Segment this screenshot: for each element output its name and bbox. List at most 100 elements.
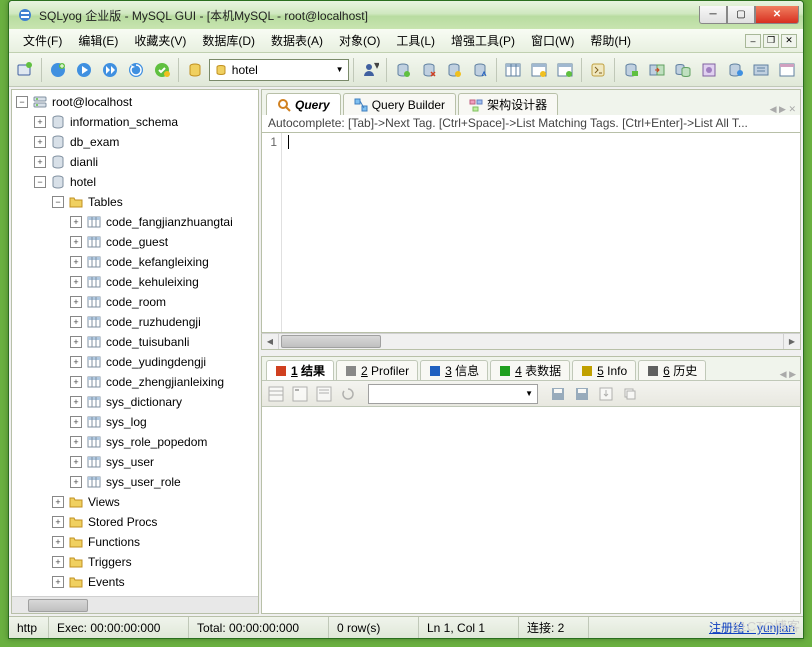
tree-db-information_schema[interactable]: +information_schema (12, 112, 258, 132)
tree-folder-tables[interactable]: −Tables (12, 192, 258, 212)
menu-database[interactable]: 数据库(D) (194, 30, 263, 51)
expander-icon[interactable]: + (52, 536, 64, 548)
tree-table-code_tuisubanli[interactable]: +code_tuisubanli (12, 332, 258, 352)
expander-icon[interactable]: + (70, 276, 82, 288)
new-connection-button[interactable] (13, 58, 37, 82)
power-tool4-button[interactable] (671, 58, 695, 82)
tree-table-sys_user[interactable]: +sys_user (12, 452, 258, 472)
expander-icon[interactable]: + (70, 216, 82, 228)
tree-db-dianli[interactable]: +dianli (12, 152, 258, 172)
tool-db2-button[interactable] (417, 58, 441, 82)
tool-db4-button[interactable] (468, 58, 492, 82)
tree-folder-functions[interactable]: +Functions (12, 532, 258, 552)
expander-icon[interactable]: + (70, 376, 82, 388)
tab-query-builder[interactable]: Query Builder (343, 93, 456, 115)
mdi-restore-button[interactable]: ❐ (763, 34, 779, 48)
expander-icon[interactable]: + (34, 116, 46, 128)
tab-query[interactable]: Query (266, 93, 341, 115)
result-grid-icon[interactable] (266, 384, 286, 404)
result-text-icon[interactable] (314, 384, 334, 404)
tree-table-code_yudingdengji[interactable]: +code_yudingdengji (12, 352, 258, 372)
result-export-icon[interactable] (596, 384, 616, 404)
table-tool1-button[interactable] (501, 58, 525, 82)
menu-favorites[interactable]: 收藏夹(V) (126, 30, 194, 51)
expander-icon[interactable]: + (34, 156, 46, 168)
tab-架构设计器[interactable]: 架构设计器 (458, 93, 558, 115)
expander-icon[interactable]: + (70, 456, 82, 468)
tree-folder-stored-procs[interactable]: +Stored Procs (12, 512, 258, 532)
expander-icon[interactable]: − (52, 196, 64, 208)
expander-icon[interactable]: + (70, 296, 82, 308)
tree-table-code_ruzhudengji[interactable]: +code_ruzhudengji (12, 312, 258, 332)
expander-icon[interactable]: + (52, 576, 64, 588)
menu-object[interactable]: 对象(O) (331, 30, 388, 51)
result-tab-Info[interactable]: 5 Info (572, 360, 636, 380)
expander-icon[interactable]: + (70, 396, 82, 408)
close-button[interactable]: ✕ (755, 6, 799, 24)
menu-tools[interactable]: 工具(L) (388, 30, 443, 51)
query-editor[interactable]: 1 (261, 133, 801, 333)
expander-icon[interactable]: + (70, 336, 82, 348)
result-save-icon[interactable] (548, 384, 568, 404)
menu-powertools[interactable]: 增强工具(P) (443, 30, 523, 51)
execute-query-button[interactable] (72, 58, 96, 82)
result-form-icon[interactable] (290, 384, 310, 404)
tree-table-sys_role_popedom[interactable]: +sys_role_popedom (12, 432, 258, 452)
tree-table-code_zhengjianleixing[interactable]: +code_zhengjianleixing (12, 372, 258, 392)
editor-hscrollbar[interactable]: ◀▶ (261, 333, 801, 350)
tree[interactable]: −root@localhost+information_schema+db_ex… (12, 90, 258, 596)
tree-folder-views[interactable]: +Views (12, 492, 258, 512)
result-tab-Profiler[interactable]: 2 Profiler (336, 360, 418, 380)
menu-help[interactable]: 帮助(H) (582, 30, 639, 51)
table-tool2-button[interactable] (527, 58, 551, 82)
result-save2-icon[interactable] (572, 384, 592, 404)
tree-table-code_room[interactable]: +code_room (12, 292, 258, 312)
expander-icon[interactable]: + (70, 416, 82, 428)
power-tool3-button[interactable] (645, 58, 669, 82)
refresh-button[interactable] (124, 58, 148, 82)
tree-folder-triggers[interactable]: +Triggers (12, 552, 258, 572)
new-query-button[interactable] (46, 58, 70, 82)
tool-db1-button[interactable] (391, 58, 415, 82)
menu-table[interactable]: 数据表(A) (263, 30, 331, 51)
maximize-button[interactable]: ▢ (727, 6, 755, 24)
expander-icon[interactable]: − (16, 96, 28, 108)
power-tool6-button[interactable] (723, 58, 747, 82)
power-tool5-button[interactable] (697, 58, 721, 82)
expander-icon[interactable]: + (52, 496, 64, 508)
expander-icon[interactable]: + (70, 476, 82, 488)
tree-folder-events[interactable]: +Events (12, 572, 258, 592)
user-manager-button[interactable]: ▾ (358, 58, 382, 82)
expander-icon[interactable]: + (70, 316, 82, 328)
tree-hscrollbar[interactable] (12, 596, 258, 613)
tree-root[interactable]: −root@localhost (12, 92, 258, 112)
tool-db3-button[interactable] (443, 58, 467, 82)
tree-table-code_kehuleixing[interactable]: +code_kehuleixing (12, 272, 258, 292)
expander-icon[interactable]: + (70, 256, 82, 268)
tree-db-db_exam[interactable]: +db_exam (12, 132, 258, 152)
stop-button[interactable] (150, 58, 174, 82)
execute-all-button[interactable] (98, 58, 122, 82)
minimize-button[interactable]: ─ (699, 6, 727, 24)
menu-edit[interactable]: 编辑(E) (70, 30, 126, 51)
tree-table-code_fangjianzhuangtai[interactable]: +code_fangjianzhuangtai (12, 212, 258, 232)
database-selector[interactable]: hotel ▼ (209, 59, 349, 81)
result-refresh-icon[interactable] (338, 384, 358, 404)
power-tool8-button[interactable] (775, 58, 799, 82)
status-registration[interactable]: 注册给：yunjian (701, 619, 803, 636)
result-limit-select[interactable]: ▼ (368, 384, 538, 404)
result-tab-表数据[interactable]: 4 表数据 (490, 360, 570, 380)
tree-db-hotel[interactable]: −hotel (12, 172, 258, 192)
expander-icon[interactable]: + (52, 516, 64, 528)
menu-window[interactable]: 窗口(W) (523, 30, 582, 51)
tab-scroll[interactable]: ◀ ▶ ✕ (770, 104, 796, 115)
expander-icon[interactable]: + (70, 356, 82, 368)
power-tool1-button[interactable] (586, 58, 610, 82)
menu-file[interactable]: 文件(F) (15, 30, 70, 51)
result-tab-历史[interactable]: 6 历史 (638, 360, 706, 380)
result-copy-icon[interactable] (620, 384, 640, 404)
expander-icon[interactable]: + (52, 556, 64, 568)
tree-table-sys_dictionary[interactable]: +sys_dictionary (12, 392, 258, 412)
table-tool3-button[interactable] (553, 58, 577, 82)
power-tool2-button[interactable] (619, 58, 643, 82)
